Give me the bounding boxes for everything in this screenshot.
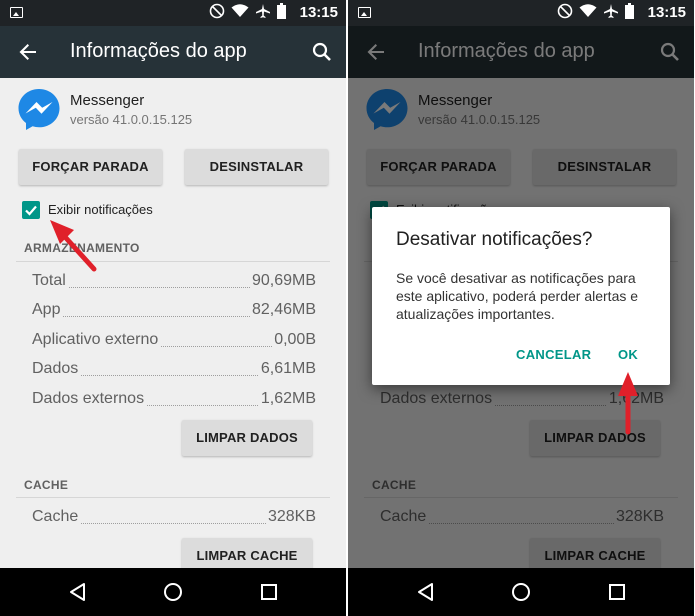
nav-bar: [348, 568, 694, 616]
cancel-button[interactable]: CANCELAR: [516, 347, 591, 362]
storage-row-app: App82,46MB: [32, 301, 316, 319]
status-time: 13:15: [647, 4, 686, 21]
nav-back-icon[interactable]: [414, 580, 438, 604]
messenger-icon: [16, 86, 62, 132]
app-version: versão 41.0.0.15.125: [70, 112, 193, 127]
status-bar: 13:15: [0, 0, 346, 26]
battery-icon: [625, 2, 634, 24]
cache-heading: CACHE: [24, 478, 69, 492]
ok-button[interactable]: OK: [618, 347, 638, 362]
annotation-arrow: [618, 372, 638, 435]
nav-recents-icon[interactable]: [605, 580, 629, 604]
status-time: 13:15: [299, 4, 338, 21]
battery-icon: [277, 2, 286, 24]
no-disturb-icon: [209, 3, 225, 24]
status-bar: 13:15: [348, 0, 694, 26]
nav-recents-icon[interactable]: [257, 580, 281, 604]
no-disturb-icon: [557, 3, 573, 24]
search-icon[interactable]: [310, 40, 334, 64]
dialog-message: Se você desativar as notificações para e…: [396, 270, 639, 322]
wifi-icon: [231, 3, 249, 23]
image-icon: [10, 7, 23, 18]
nav-bar: [0, 568, 346, 616]
nav-back-icon[interactable]: [66, 580, 90, 604]
airplane-icon: [603, 3, 619, 24]
storage-row-external-app: Aplicativo externo0,00B: [32, 331, 316, 349]
notifications-checkbox[interactable]: [22, 201, 40, 219]
airplane-icon: [255, 3, 271, 24]
disable-notifications-dialog: Desativar notificações? Se você desativa…: [372, 207, 670, 385]
app-name: Messenger: [70, 92, 145, 109]
storage-row-external-data: Dados externos1,62MB: [32, 390, 316, 408]
cache-row: Cache328KB: [32, 508, 316, 526]
app-info-content: Messenger versão 41.0.0.15.125 FORÇAR PA…: [0, 78, 346, 574]
wifi-icon: [579, 3, 597, 23]
app-bar: Informações do app: [0, 26, 346, 78]
annotation-arrow: [50, 220, 97, 272]
force-stop-button[interactable]: FORÇAR PARADA: [19, 149, 162, 185]
storage-row-total: Total90,69MB: [32, 272, 316, 290]
divider: [16, 497, 330, 498]
page-title: Informações do app: [70, 40, 247, 62]
nav-home-icon[interactable]: [161, 580, 185, 604]
dialog-title: Desativar notificações?: [396, 229, 593, 250]
screen-app-info: 13:15 Informações do app Messenger versã…: [0, 0, 346, 616]
screen-app-info-dialog: 13:15 Informações do app Messenger versã…: [348, 0, 694, 616]
image-icon: [358, 7, 371, 18]
clear-data-button[interactable]: LIMPAR DADOS: [182, 420, 312, 456]
uninstall-button[interactable]: DESINSTALAR: [185, 149, 328, 185]
nav-home-icon[interactable]: [509, 580, 533, 604]
back-arrow-icon[interactable]: [14, 38, 42, 66]
storage-row-data: Dados6,61MB: [32, 360, 316, 378]
